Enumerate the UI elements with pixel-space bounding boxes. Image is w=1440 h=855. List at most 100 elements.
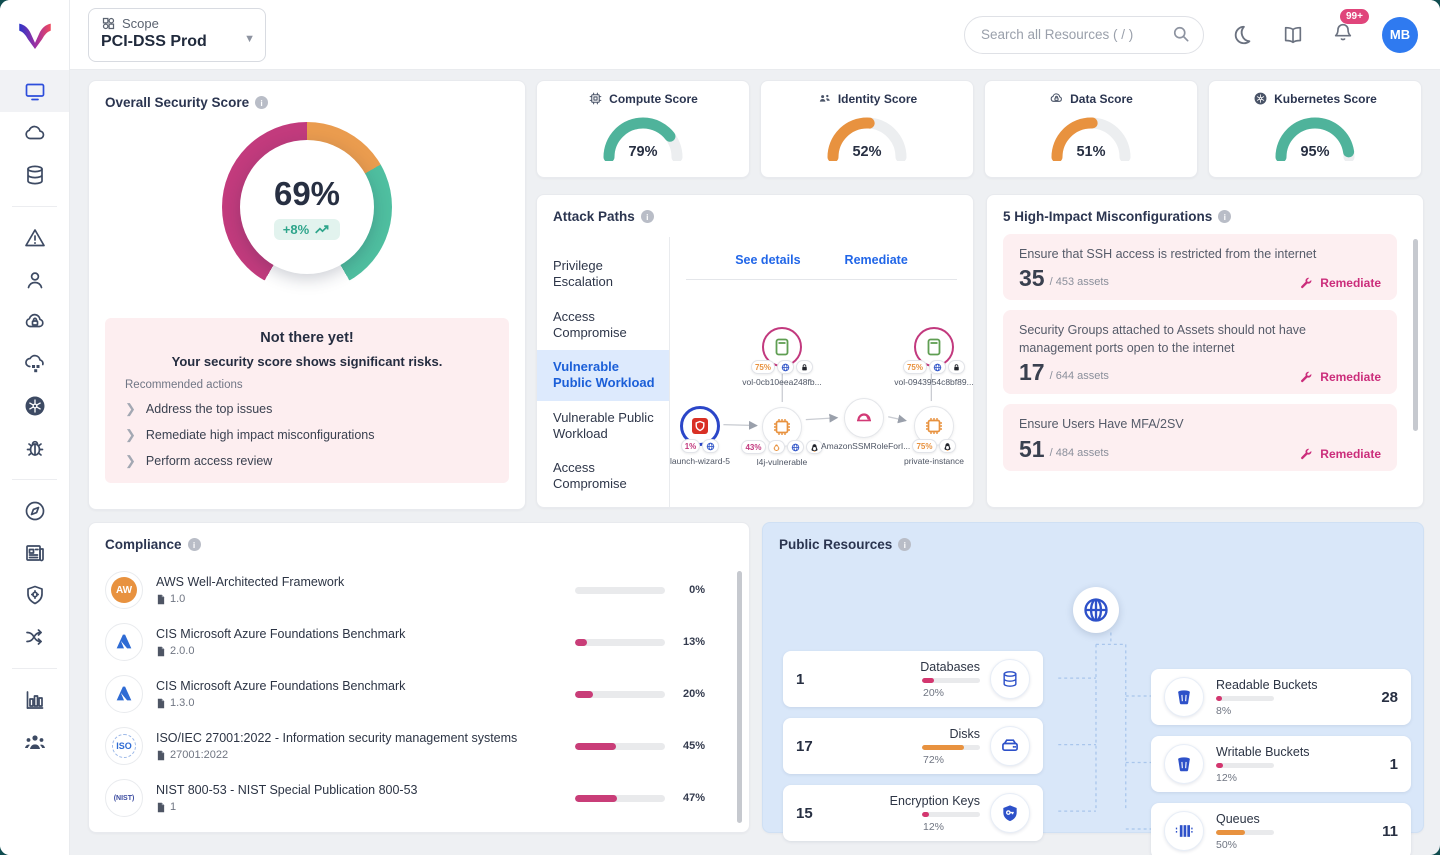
attack-path-node[interactable]: 75% vol-0943954c8bf89... — [891, 327, 977, 387]
sidebar-item-compass[interactable] — [0, 490, 69, 532]
attack-path-tab[interactable]: Access Compromise — [537, 451, 669, 502]
docs-icon[interactable] — [1282, 24, 1304, 46]
attack-path-tab[interactable]: Vulnerable Public Workload — [537, 401, 669, 452]
chevron-down-icon: ▼ — [244, 33, 255, 45]
scope-selector[interactable]: Scope PCI-DSS Prod ▼ — [88, 8, 266, 62]
resource-label: Readable Buckets — [1216, 678, 1317, 692]
identity-score-card[interactable]: Identity Score 52% — [760, 80, 974, 178]
sidebar-item-cloud-lock[interactable] — [0, 301, 69, 343]
recommended-action[interactable]: ❯Address the top issues — [125, 401, 489, 417]
misconfiguration-text: Security Groups attached to Assets shoul… — [1019, 321, 1381, 357]
attack-path-tab[interactable]: Vulnerable Public Workload — [537, 350, 669, 401]
info-icon[interactable]: i — [898, 538, 911, 551]
status-subtitle: Your security score shows significant ri… — [125, 354, 489, 369]
attack-path-node[interactable]: 75% vol-0cb10eea248fb... — [739, 327, 825, 387]
overall-security-score-card: Overall Security Scorei 69% +8% Not ther… — [88, 80, 526, 510]
chevron-right-icon: ❯ — [125, 427, 136, 443]
recommended-action[interactable]: ❯Remediate high impact misconfigurations — [125, 427, 489, 443]
card-title: 5 High-Impact Misconfigurations — [1003, 209, 1212, 224]
attack-path-tab[interactable]: Access Compromise — [537, 300, 669, 351]
sidebar-item-news[interactable] — [0, 532, 69, 574]
see-details-link[interactable]: See details — [735, 253, 800, 267]
sidebar-item-cloud-blocks[interactable] — [0, 343, 69, 385]
sidebar-item-shield-gear[interactable] — [0, 574, 69, 616]
sidebar-item-bug[interactable] — [0, 427, 69, 469]
attack-path-node[interactable]: 75% private-instance — [891, 406, 977, 466]
dark-mode-icon[interactable] — [1232, 24, 1254, 46]
encryption-keys-box[interactable]: 15 Encryption Keys 12% — [783, 785, 1043, 841]
internet-globe-icon — [1073, 587, 1119, 633]
wrench-icon — [1299, 447, 1313, 461]
remediate-link[interactable]: Remediate — [845, 253, 908, 267]
databases-box[interactable]: 1 Databases 20% — [783, 651, 1043, 707]
compliance-row[interactable]: AW AWS Well-Architected Framework 1.0 0% — [89, 564, 749, 616]
info-icon[interactable]: i — [188, 538, 201, 551]
sidebar-item-monitor[interactable] — [0, 70, 69, 112]
sidebar-item-user[interactable] — [0, 259, 69, 301]
remediate-button[interactable]: Remediate — [1299, 370, 1381, 384]
search-icon[interactable] — [1171, 24, 1191, 44]
bug-icon — [23, 436, 47, 460]
compliance-card: Compliancei AW AWS Well-Architected Fram… — [88, 522, 750, 833]
resource-label: Queues — [1216, 812, 1260, 826]
writable-buckets-box[interactable]: Writable Buckets 12% 1 — [1151, 736, 1411, 792]
queues-box[interactable]: Queues 50% 11 — [1151, 803, 1411, 855]
search-input[interactable] — [964, 16, 1204, 54]
sidebar-item-bar-chart[interactable] — [0, 679, 69, 721]
shuffle-icon — [23, 625, 47, 649]
compute-score-card[interactable]: Compute Score 79% — [536, 80, 750, 178]
compliance-row[interactable]: (NIST) NIST 800-53 - NIST Special Public… — [89, 772, 749, 824]
document-icon — [156, 750, 166, 761]
card-title: Attack Paths — [553, 209, 635, 224]
framework-version: 27001:2022 — [170, 749, 228, 761]
scrollbar[interactable] — [737, 571, 742, 823]
brand-logo[interactable] — [0, 0, 69, 70]
attack-path-node[interactable]: 1% launch-wizard-5 — [657, 406, 743, 466]
remediate-button[interactable]: Remediate — [1299, 276, 1381, 290]
linux-icon — [806, 440, 823, 454]
data-score-card[interactable]: Data Score 51% — [984, 80, 1198, 178]
sidebar-item-database[interactable] — [0, 154, 69, 196]
scope-value: PCI-DSS Prod — [101, 33, 253, 51]
recommended-action[interactable]: ❯Perform access review — [125, 453, 489, 469]
resource-count: 11 — [1382, 823, 1398, 840]
info-icon[interactable]: i — [1218, 210, 1231, 223]
info-icon[interactable]: i — [255, 96, 268, 109]
sidebar-item-alert-triangle[interactable] — [0, 217, 69, 259]
resource-percent: 8% — [1216, 705, 1231, 717]
resource-count: 1 — [796, 671, 804, 688]
avatar[interactable]: MB — [1382, 17, 1418, 53]
framework-name: NIST 800-53 - NIST Special Publication 8… — [156, 783, 418, 797]
attack-path-node[interactable]: 43% l4j-vulnerable — [739, 407, 825, 467]
topbar: Scope PCI-DSS Prod ▼ 99+ MB — [70, 0, 1440, 70]
aws-logo: AW — [105, 571, 143, 609]
info-icon[interactable]: i — [641, 210, 654, 223]
framework-version: 2.0.0 — [170, 645, 194, 657]
chevron-right-icon: ❯ — [125, 401, 136, 417]
sidebar-item-shuffle[interactable] — [0, 616, 69, 658]
compliance-progress-bar — [575, 587, 665, 594]
sidebar-item-kubernetes[interactable] — [0, 385, 69, 427]
compliance-row[interactable]: ISO ISO/IEC 27001:2022 - Information sec… — [89, 720, 749, 772]
compliance-row[interactable]: CIS Microsoft Azure Foundations Benchmar… — [89, 616, 749, 668]
readable-buckets-box[interactable]: Readable Buckets 8% 28 — [1151, 669, 1411, 725]
people-icon — [817, 91, 832, 106]
compliance-row[interactable]: CIS Microsoft Azure Foundations Benchmar… — [89, 668, 749, 720]
remediate-button[interactable]: Remediate — [1299, 447, 1381, 461]
kubernetes-score-card[interactable]: Kubernetes Score 95% — [1208, 80, 1422, 178]
disks-box[interactable]: 17 Disks 72% — [783, 718, 1043, 774]
score-value: 52% — [825, 144, 909, 160]
cloud-lock-icon — [1049, 91, 1064, 106]
attack-path-tab[interactable]: Privilege Escalation — [537, 249, 669, 300]
azure-logo — [105, 675, 143, 713]
misconfiguration-item: Ensure Users Have MFA/2SV 51 / 484 asset… — [1003, 404, 1397, 470]
document-icon — [156, 594, 166, 605]
lock-icon — [796, 360, 813, 374]
sidebar-item-users[interactable] — [0, 721, 69, 763]
scrollbar[interactable] — [1413, 239, 1418, 431]
assets-total: / 644 assets — [1050, 370, 1109, 382]
sidebar-item-cloud[interactable] — [0, 112, 69, 154]
users-icon — [23, 730, 47, 754]
score-card-label: Kubernetes Score — [1274, 92, 1377, 106]
notifications-icon[interactable] — [1332, 21, 1354, 43]
